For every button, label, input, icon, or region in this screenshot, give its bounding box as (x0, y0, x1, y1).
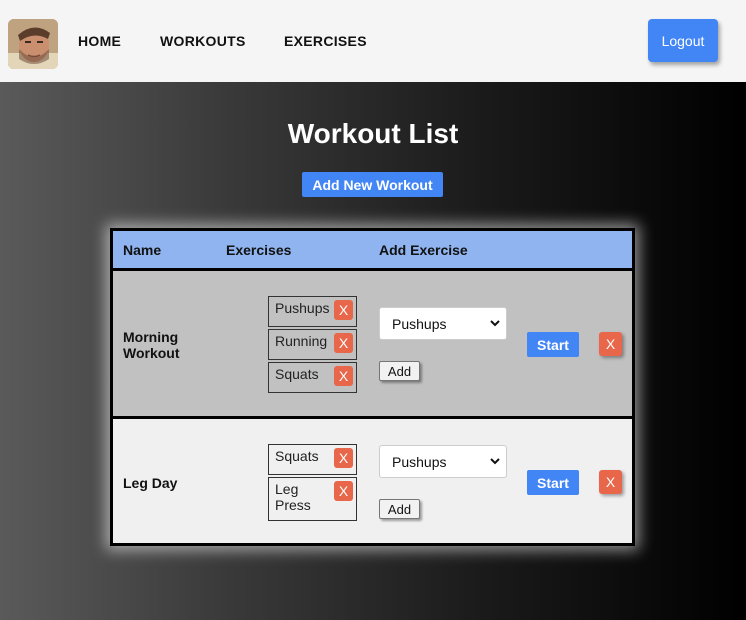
remove-exercise-button[interactable]: X (334, 448, 353, 468)
exercise-chip: Leg Press X (268, 477, 357, 521)
exercise-chip-label: Pushups (275, 300, 330, 316)
remove-exercise-button[interactable]: X (334, 481, 353, 501)
header-exercises: Exercises (226, 242, 292, 258)
chevron-down-icon (490, 320, 500, 327)
exercise-select-value: Pushups (392, 454, 447, 470)
start-workout-button[interactable]: Start (527, 332, 579, 357)
nav-home-link[interactable]: HOME (78, 33, 121, 49)
header-add-exercise: Add Exercise (379, 242, 468, 258)
nav-workouts-link[interactable]: WORKOUTS (160, 33, 246, 49)
logout-button[interactable]: Logout (648, 19, 718, 62)
exercise-chip-label: Running (275, 333, 328, 349)
exercise-chip-label: Squats (275, 448, 319, 464)
workout-table: Name Exercises Add Exercise Morning Work… (110, 228, 635, 546)
remove-exercise-button[interactable]: X (334, 300, 353, 320)
table-row: Morning Workout Pushups X Running X Squa… (113, 271, 632, 416)
avatar[interactable] (8, 19, 58, 69)
exercise-chip: Squats X (268, 362, 357, 393)
delete-workout-button[interactable]: X (599, 332, 622, 356)
nav-exercises-link[interactable]: EXERCISES (284, 33, 367, 49)
delete-workout-button[interactable]: X (599, 470, 622, 494)
exercise-chip-label: Squats (275, 366, 319, 382)
exercise-select[interactable]: Pushups (379, 445, 507, 478)
add-new-workout-button[interactable]: Add New Workout (302, 172, 443, 197)
remove-exercise-button[interactable]: X (334, 333, 353, 353)
workout-name: Morning Workout (123, 329, 180, 361)
chevron-down-icon (490, 458, 500, 465)
add-exercise-button[interactable]: Add (379, 499, 420, 519)
workout-name: Leg Day (123, 475, 178, 491)
exercise-chip: Pushups X (268, 296, 357, 327)
navbar: HOME WORKOUTS EXERCISES Logout (0, 0, 746, 82)
exercise-select[interactable]: Pushups (379, 307, 507, 340)
exercise-chip: Squats X (268, 444, 357, 475)
add-exercise-button[interactable]: Add (379, 361, 420, 381)
table-header: Name Exercises Add Exercise (113, 231, 632, 268)
avatar-photo-icon (8, 19, 58, 69)
remove-exercise-button[interactable]: X (334, 366, 353, 386)
exercise-select-value: Pushups (392, 316, 447, 332)
exercise-chip-label: Leg Press (275, 481, 311, 513)
exercise-chip: Running X (268, 329, 357, 360)
page-title: Workout List (287, 118, 459, 149)
table-row: Leg Day Squats X Leg Press X Pushups Add… (113, 419, 632, 543)
start-workout-button[interactable]: Start (527, 470, 579, 495)
header-name: Name (123, 242, 162, 258)
